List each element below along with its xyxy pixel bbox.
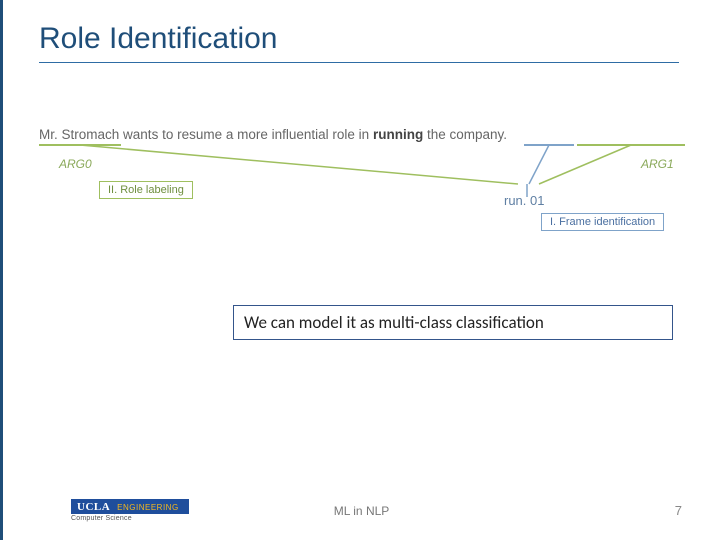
logo-text-engineering: ENGINEERING: [117, 503, 179, 512]
page-number: 7: [675, 503, 682, 518]
example-sentence: Mr. Stromach wants to resume a more infl…: [39, 127, 687, 142]
token-predicate: running: [373, 127, 423, 142]
logo-text-ucla: UCLA: [77, 501, 110, 513]
arg0-label: ARG0: [59, 157, 92, 171]
title-block: Role Identification: [3, 0, 720, 71]
token-mid2: a more influential role in: [226, 127, 369, 142]
pill-role-labeling: II. Role labeling: [99, 181, 193, 199]
token-arg1: the company.: [427, 127, 507, 142]
footer-center-text: ML in NLP: [334, 504, 390, 518]
ucla-logo: UCLA ENGINEERING Computer Science: [71, 499, 189, 522]
arg1-label: ARG1: [641, 157, 674, 171]
token-mid1: wants to resume: [123, 127, 222, 142]
frame-label: run. 01: [504, 193, 544, 208]
pill-frame-identification: I. Frame identification: [541, 213, 664, 231]
title-underline: [39, 62, 679, 63]
logo-banner: UCLA ENGINEERING: [71, 499, 189, 514]
logo-subtext: Computer Science: [71, 515, 189, 522]
srl-diagram: Mr. Stromach wants to resume a more infl…: [39, 115, 687, 265]
footer: UCLA ENGINEERING Computer Science ML in …: [3, 492, 720, 522]
callout-box: We can model it as multi-class classific…: [233, 305, 673, 340]
slide: Role Identification Mr. Stromach wants t…: [0, 0, 720, 540]
page-title: Role Identification: [39, 22, 720, 56]
token-arg0: Mr. Stromach: [39, 127, 119, 142]
